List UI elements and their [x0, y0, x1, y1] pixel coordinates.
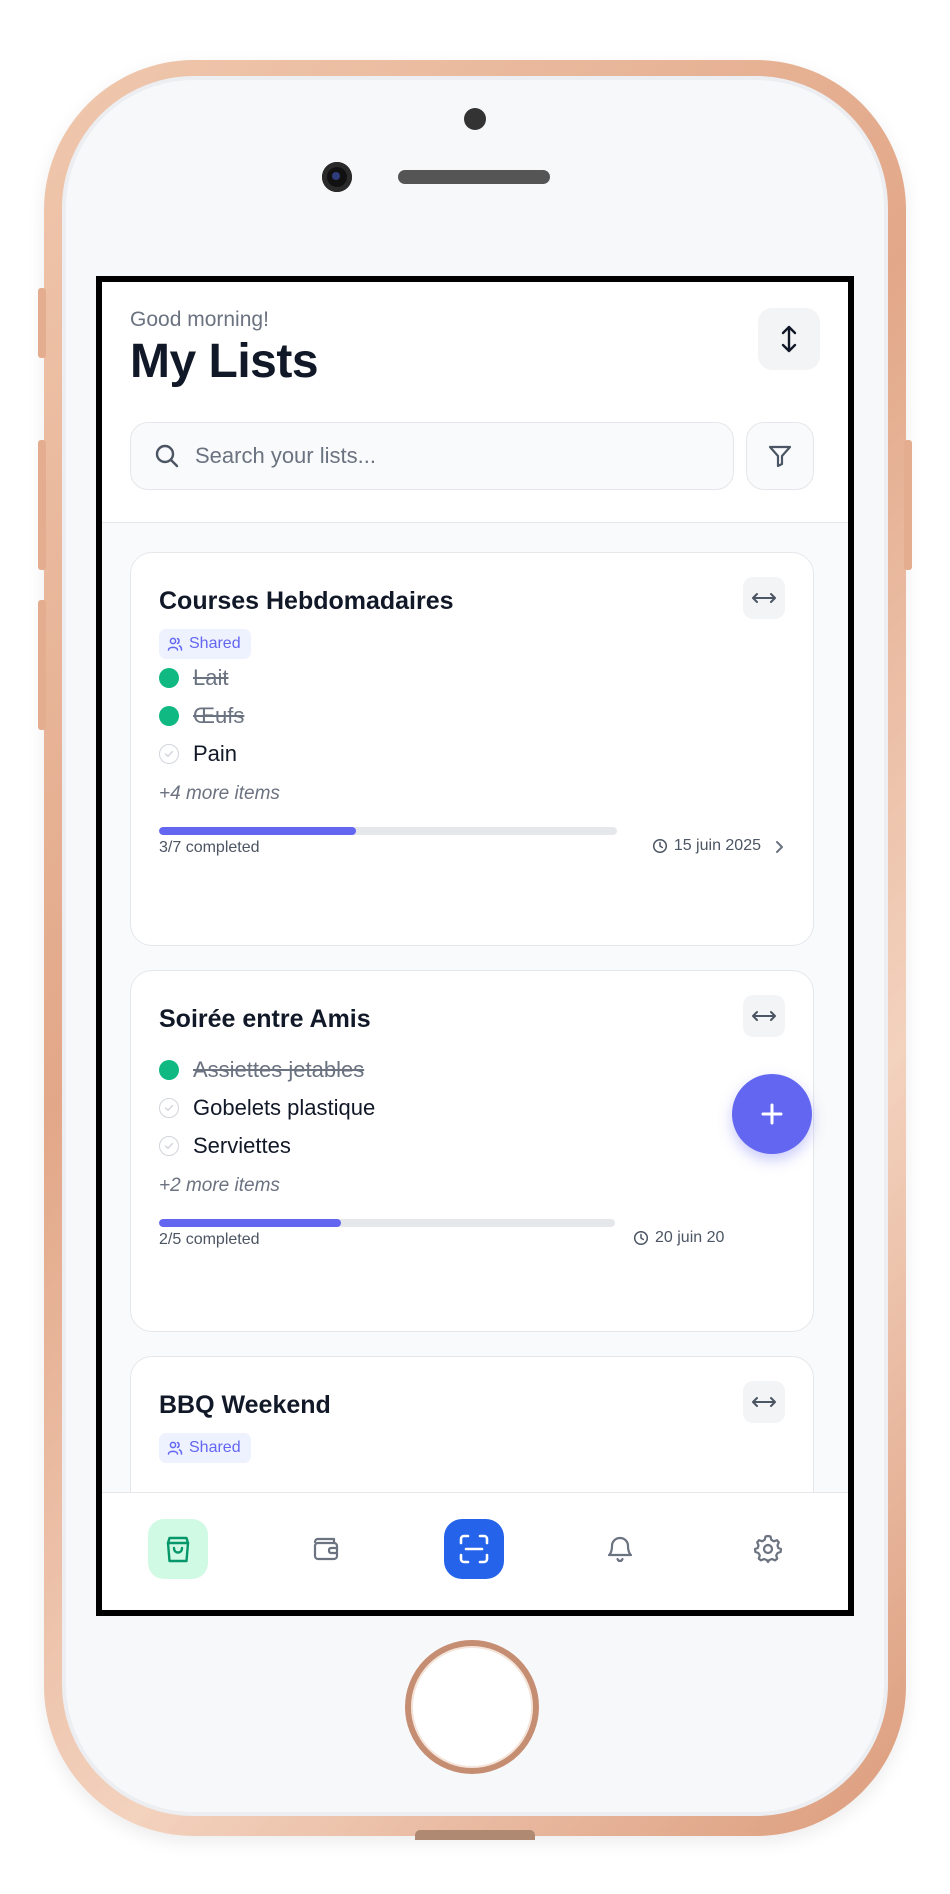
unchecked-circle-icon [159, 744, 179, 764]
expand-button[interactable] [743, 1381, 785, 1423]
users-icon [167, 1441, 183, 1455]
proximity-sensor [464, 108, 486, 130]
bottom-nav [102, 1492, 848, 1610]
progress-bar [159, 827, 617, 835]
nav-wallet[interactable] [296, 1519, 356, 1579]
shopping-bag-icon [166, 1536, 190, 1563]
app: Good morning! My Lists Search your lists… [102, 282, 848, 1610]
add-list-button[interactable] [732, 1074, 812, 1154]
nav-scan[interactable] [444, 1519, 504, 1579]
unchecked-circle-icon [159, 1098, 179, 1118]
filter-icon [768, 445, 792, 468]
list-item[interactable]: Serviettes [159, 1131, 291, 1161]
expand-horizontal-icon [752, 593, 776, 603]
item-label: Lait [193, 665, 229, 690]
list-title: Soirée entre Amis [159, 1005, 371, 1033]
unchecked-circle-icon [159, 1136, 179, 1156]
list-date: 20 juin 20 [633, 1229, 724, 1247]
expand-button[interactable] [743, 995, 785, 1037]
completed-count: 2/5 completed [159, 1231, 260, 1248]
expand-button[interactable] [743, 577, 785, 619]
front-camera [322, 162, 352, 192]
date-label: 20 juin 20 [655, 1229, 725, 1246]
progress-fill [159, 1219, 342, 1227]
list-item[interactable]: Pain [159, 739, 237, 769]
checked-dot-icon [159, 668, 179, 688]
volume-up-button [38, 440, 46, 570]
more-items-label: +2 more items [159, 1175, 280, 1196]
users-icon [167, 637, 183, 651]
nav-lists[interactable] [148, 1519, 208, 1579]
list-title: Courses Hebdomadaires [159, 587, 454, 615]
completed-count: 3/7 completed [159, 839, 260, 856]
mute-switch [38, 288, 46, 358]
list-item[interactable]: Œufs [159, 701, 244, 731]
header: Good morning! My Lists [102, 282, 848, 523]
list-item[interactable]: Lait [159, 663, 228, 693]
item-label: Assiettes jetables [193, 1057, 365, 1082]
filter-button[interactable] [746, 422, 814, 490]
greeting: Good morning! [130, 308, 269, 331]
search-icon [153, 442, 181, 470]
search-input[interactable] [193, 442, 717, 470]
list-item[interactable]: Gobelets plastique [159, 1093, 375, 1123]
settings-icon [753, 1534, 783, 1564]
item-label: Gobelets plastique [193, 1095, 376, 1120]
sort-vertical-icon [781, 325, 797, 353]
plus-icon [761, 1103, 783, 1125]
item-label: Pain [193, 741, 238, 766]
shared-label: Shared [189, 635, 241, 652]
clock-icon [652, 838, 667, 854]
earpiece-speaker [398, 170, 550, 184]
wallet-icon [313, 1537, 339, 1561]
sort-button[interactable] [758, 308, 820, 370]
search-box [130, 422, 734, 490]
list-item[interactable]: Assiettes jetables [159, 1055, 364, 1085]
progress-fill [159, 827, 356, 835]
date-label: 15 juin 2025 [673, 837, 761, 854]
more-items-label: +4 more items [159, 783, 280, 804]
list-title: BBQ Weekend [159, 1391, 331, 1419]
screen: Good morning! My Lists Search your lists… [96, 276, 854, 1616]
checked-dot-icon [159, 1060, 179, 1080]
page-title: My Lists [130, 335, 319, 388]
nav-notifications[interactable] [590, 1519, 650, 1579]
list-card[interactable]: Courses Hebdomadaires Shared Lait Œufs P… [130, 552, 814, 946]
shared-badge: Shared [159, 629, 251, 659]
list-card[interactable]: Soirée entre Amis Assiettes jetables Gob… [130, 970, 814, 1332]
phone-bottom-edge [415, 1830, 535, 1840]
expand-horizontal-icon [752, 1397, 776, 1407]
item-label: Œufs [193, 703, 245, 728]
home-button[interactable] [405, 1640, 539, 1774]
scan-icon [459, 1534, 489, 1564]
bell-icon [607, 1536, 633, 1563]
item-label: Serviettes [193, 1133, 291, 1158]
volume-down-button [38, 600, 46, 730]
progress-bar [159, 1219, 615, 1227]
list-date: 15 juin 2025 [652, 837, 761, 855]
checked-dot-icon [159, 706, 179, 726]
nav-settings[interactable] [738, 1519, 798, 1579]
shared-badge: Shared [159, 1433, 251, 1463]
power-button [904, 440, 912, 570]
expand-horizontal-icon [752, 1011, 776, 1021]
shared-label: Shared [189, 1439, 241, 1456]
clock-icon [633, 1230, 649, 1246]
chevron-right-icon[interactable] [773, 839, 785, 855]
